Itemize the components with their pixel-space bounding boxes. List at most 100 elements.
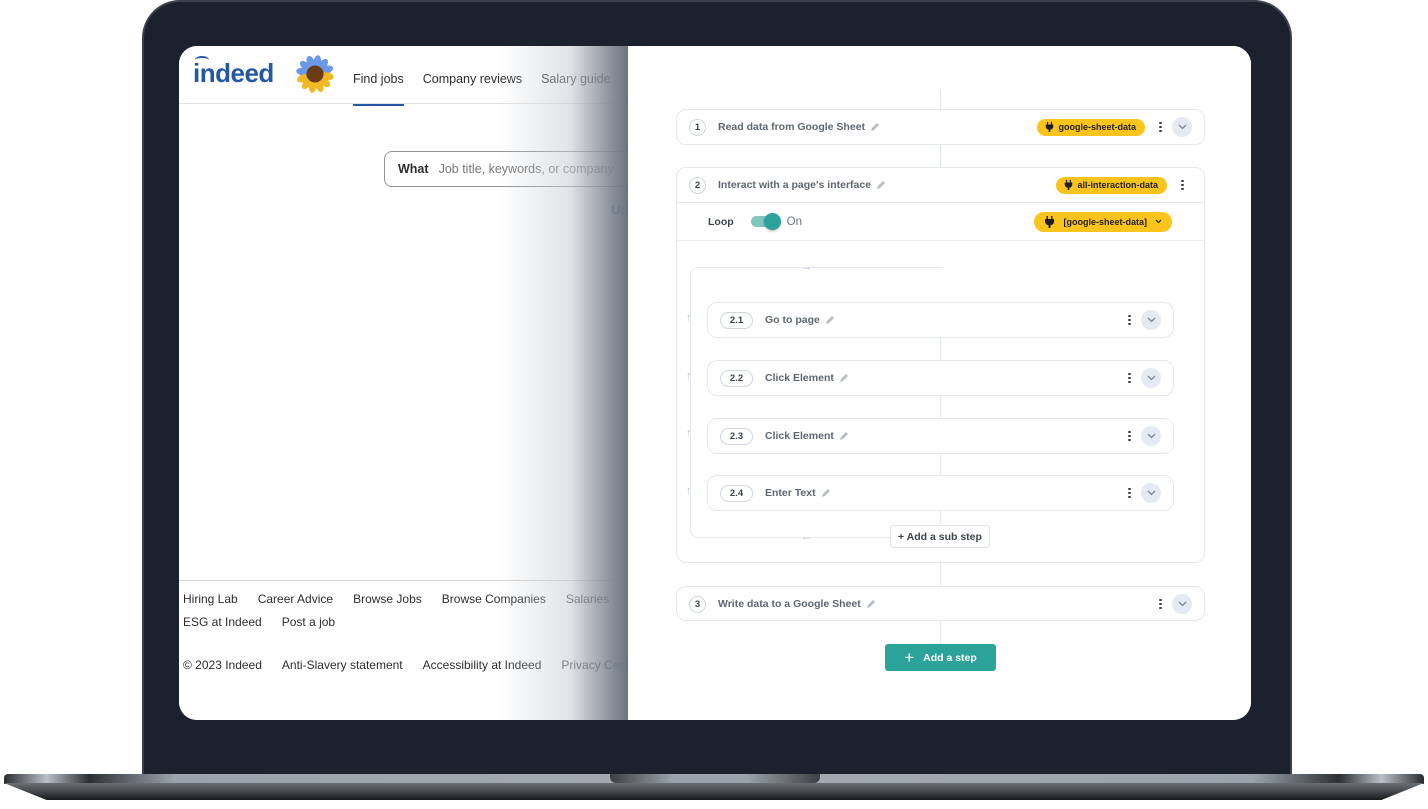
arrow-up-icon: ↑ [686, 427, 692, 439]
footer-link-esg[interactable]: ESG at Indeed [183, 615, 262, 629]
arrow-up-icon: ↑ [686, 370, 692, 382]
laptop-notch [610, 774, 820, 783]
footer-link-browse-jobs[interactable]: Browse Jobs [353, 592, 422, 606]
add-sub-step-button[interactable]: + Add a sub step [890, 525, 990, 548]
loop-label: Loop [708, 215, 734, 228]
step-card-3[interactable]: 3 Write data to a Google Sheet [676, 586, 1205, 621]
more-options-icon[interactable] [1159, 598, 1162, 610]
substep-number: 2.4 [720, 484, 753, 502]
footer-link-browse-companies[interactable]: Browse Companies [442, 592, 546, 606]
edit-pencil-icon[interactable] [825, 315, 835, 325]
loop-toggle-state: On [786, 215, 802, 228]
more-options-icon[interactable] [1128, 487, 1131, 499]
footer-link-accessibility[interactable]: Accessibility at Indeed [423, 658, 542, 672]
plug-icon [1045, 215, 1055, 228]
footer-divider [179, 580, 628, 581]
indeed-header: indeed Find jobs Company reviews Salary … [179, 46, 628, 106]
indeed-nav: Find jobs Company reviews Salary guide [353, 72, 611, 106]
plug-icon [1065, 180, 1073, 190]
indeed-page: indeed Find jobs Company reviews Salary … [179, 46, 684, 720]
arrow-up-icon: ↑ [686, 485, 692, 497]
indeed-logo[interactable]: indeed [193, 58, 274, 89]
more-options-icon[interactable] [1159, 121, 1162, 133]
substep-number: 2.3 [720, 427, 753, 445]
substep-title: Enter Text [765, 487, 816, 499]
edit-pencil-icon[interactable] [839, 373, 849, 383]
footer-link-hiring-lab[interactable]: Hiring Lab [183, 592, 238, 606]
expand-chevron-icon[interactable] [1172, 117, 1192, 137]
footer-link-privacy[interactable]: Privacy Cent [561, 658, 629, 672]
laptop-screen: indeed Find jobs Company reviews Salary … [179, 46, 1251, 720]
connector-line [940, 396, 941, 418]
edit-pencil-icon[interactable] [821, 488, 831, 498]
footer-links-row-3: © 2023 Indeed Anti-Slavery statement Acc… [183, 658, 629, 672]
sunflower-icon [296, 55, 334, 93]
footer-links-row-1: Hiring Lab Career Advice Browse Jobs Bro… [183, 592, 639, 606]
footer-link-post-job[interactable]: Post a job [282, 615, 335, 629]
substep-card[interactable]: 2.1 Go to page [707, 302, 1174, 338]
more-options-icon[interactable] [1128, 372, 1131, 384]
connector-line [940, 511, 941, 524]
expand-chevron-icon[interactable] [1141, 368, 1161, 388]
loop-settings-row: Loop On [google-sheet-data] [677, 202, 1204, 241]
expand-chevron-icon[interactable] [1141, 483, 1161, 503]
plus-icon: + [904, 648, 915, 667]
output-chip-label: all-interaction-data [1077, 180, 1158, 190]
more-options-icon[interactable] [1128, 314, 1131, 326]
substep-title: Click Element [765, 372, 834, 384]
substep-card[interactable]: 2.3 Click Element [707, 418, 1174, 454]
substep-card[interactable]: 2.2 Click Element [707, 360, 1174, 396]
partial-link[interactable]: Up [611, 202, 628, 217]
add-step-label: Add a step [923, 651, 977, 664]
step-title: Read data from Google Sheet [718, 121, 866, 133]
step-card-1[interactable]: 1 Read data from Google Sheet google-she… [676, 109, 1205, 145]
connector-line [940, 621, 941, 644]
output-chip[interactable]: google-sheet-data [1037, 118, 1145, 136]
substep-card[interactable]: 2.4 Enter Text [707, 475, 1174, 511]
connector-line [940, 90, 941, 109]
edit-pencil-icon[interactable] [870, 122, 880, 132]
arrow-left-icon: ← [801, 531, 812, 543]
output-chip[interactable]: all-interaction-data [1056, 176, 1167, 194]
footer-link-career-advice[interactable]: Career Advice [258, 592, 333, 606]
arrow-up-icon: ↑ [686, 312, 692, 324]
workflow-panel: 1 Read data from Google Sheet google-she… [628, 46, 1251, 720]
loop-toggle[interactable] [750, 213, 781, 230]
substep-number: 2.1 [720, 311, 753, 329]
footer-copyright: © 2023 Indeed [183, 658, 262, 672]
search-placeholder: Job title, keywords, or company [438, 162, 614, 176]
nav-salary-guide[interactable]: Salary guide [541, 72, 611, 86]
search-label: What [398, 162, 429, 176]
loop-source-dropdown[interactable]: [google-sheet-data] [1034, 211, 1172, 232]
substep-title: Go to page [765, 314, 820, 326]
arrow-right-icon: → [801, 261, 812, 273]
expand-chevron-icon[interactable] [1172, 594, 1192, 614]
step-card-2: 2 Interact with a page's interface all-i… [676, 167, 1205, 563]
step-title: Write data to a Google Sheet [718, 598, 861, 610]
connector-line [940, 145, 941, 167]
edit-pencil-icon[interactable] [876, 180, 886, 190]
footer-links-row-2: ESG at Indeed Post a job [183, 615, 335, 629]
step-number: 2 [689, 176, 706, 194]
add-step-button[interactable]: + Add a step [885, 644, 996, 671]
nav-find-jobs[interactable]: Find jobs [353, 72, 404, 106]
connector-line [940, 338, 941, 360]
expand-chevron-icon[interactable] [1141, 426, 1161, 446]
more-options-icon[interactable] [1128, 430, 1131, 442]
plug-icon [1046, 122, 1054, 132]
laptop-base-shadow [4, 783, 1424, 800]
nav-company-reviews[interactable]: Company reviews [423, 72, 522, 86]
substep-title: Click Element [765, 430, 834, 442]
chevron-down-icon [1155, 219, 1162, 224]
output-chip-label: google-sheet-data [1058, 122, 1136, 132]
edit-pencil-icon[interactable] [866, 599, 876, 609]
step-title: Interact with a page's interface [718, 179, 872, 191]
substep-number: 2.2 [720, 369, 753, 387]
footer-link-salaries[interactable]: Salaries [566, 592, 609, 606]
expand-chevron-icon[interactable] [1141, 310, 1161, 330]
footer-link-anti-slavery[interactable]: Anti-Slavery statement [282, 658, 403, 672]
more-options-icon[interactable] [1181, 179, 1184, 191]
fade-overlay [499, 46, 628, 720]
laptop-mockup: indeed Find jobs Company reviews Salary … [0, 0, 1428, 809]
edit-pencil-icon[interactable] [839, 431, 849, 441]
